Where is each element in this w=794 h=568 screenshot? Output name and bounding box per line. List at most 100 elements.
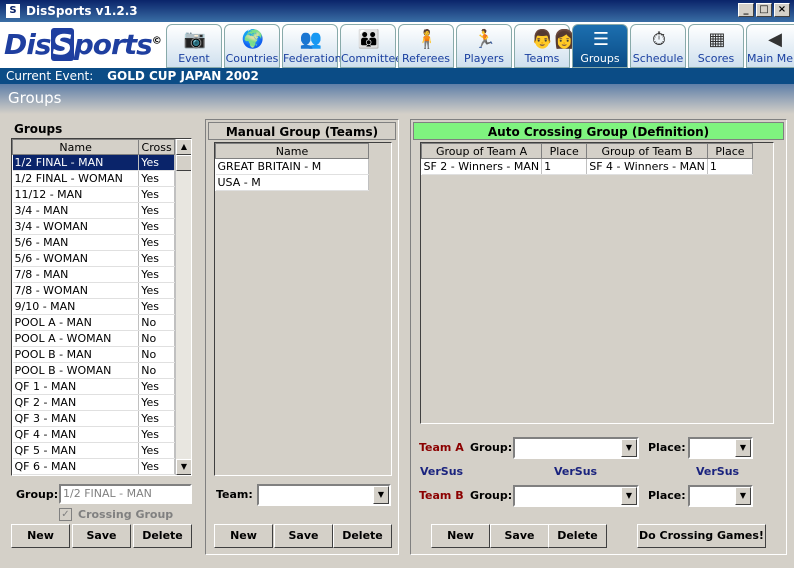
current-event-label: Current Event:	[6, 69, 94, 83]
crossing-group-checkbox[interactable]: ✓	[59, 508, 72, 521]
table-row[interactable]: POOL A - MAN No	[12, 314, 175, 331]
groups-delete-button[interactable]: Delete	[133, 524, 192, 548]
manual-teams-table[interactable]: Name GREAT BRITAIN - M USA - M	[214, 142, 392, 476]
auto-new-button[interactable]: New	[431, 524, 490, 548]
group-name-cell: 1/2 FINAL - MAN	[12, 154, 140, 171]
group-name-cell: POOL B - WOMAN	[12, 362, 140, 379]
groups-col-name[interactable]: Name	[12, 139, 140, 155]
table-row[interactable]: POOL B - MAN No	[12, 346, 175, 363]
group-cross-cell: Yes	[138, 458, 175, 475]
tab-label: Committees	[341, 52, 408, 65]
tab-players[interactable]: 🏃 Players	[456, 24, 512, 68]
team-a-place-select[interactable]: ▼	[688, 437, 753, 459]
table-row[interactable]: 1/2 FINAL - WOMAN Yes	[12, 170, 175, 187]
manual-save-button[interactable]: Save	[274, 524, 333, 548]
group-label: Group:	[16, 488, 59, 501]
chevron-down-icon[interactable]: ▼	[735, 439, 751, 457]
tab-committees[interactable]: 👪 Committees	[340, 24, 408, 68]
minimize-button[interactable]: _	[738, 3, 754, 17]
crossing-cell: SF 2 - Winners - MAN	[421, 158, 543, 175]
scroll-thumb[interactable]	[176, 155, 191, 171]
groups-new-button[interactable]: New	[11, 524, 70, 548]
table-row[interactable]: 7/8 - MAN Yes	[12, 266, 175, 283]
table-row[interactable]: QF 1 - MAN Yes	[12, 378, 175, 395]
tab-scores[interactable]: ▦ Scores	[688, 24, 744, 68]
tab-label: Federations	[283, 52, 348, 65]
tab-referees[interactable]: 🧍 Referees	[398, 24, 454, 68]
groups-scrollbar[interactable]: ▲ ▼	[175, 139, 191, 475]
team-select[interactable]: ▼	[257, 484, 391, 506]
chevron-down-icon[interactable]: ▼	[735, 487, 751, 505]
table-row[interactable]: 3/4 - WOMAN Yes	[12, 218, 175, 235]
tab-main-menu[interactable]: ◀ Main Menu	[746, 24, 794, 68]
tab-schedule[interactable]: ⏱ Schedule	[630, 24, 686, 68]
group-name-cell: QF 2 - MAN	[12, 394, 140, 411]
group-cross-cell: Yes	[138, 378, 175, 395]
group-cross-cell: Yes	[138, 426, 175, 443]
table-row[interactable]: 11/12 - MAN Yes	[12, 186, 175, 203]
group-name-cell: 3/4 - WOMAN	[12, 218, 140, 235]
groups-table[interactable]: Name Cross 1/2 FINAL - MAN Yes 1/2 FINAL -…	[11, 138, 192, 476]
table-row[interactable]: QF 2 - MAN Yes	[12, 394, 175, 411]
table-row[interactable]: QF 5 - MAN Yes	[12, 442, 175, 459]
tab-label: Event	[178, 52, 210, 65]
groups-col-cross[interactable]: Cross	[138, 139, 175, 155]
auto-save-button[interactable]: Save	[490, 524, 549, 548]
tab-event[interactable]: 📷 Event	[166, 24, 222, 68]
group-name-field[interactable]: 1/2 FINAL - MAN	[59, 484, 192, 504]
tab-federations[interactable]: 👥 Federations	[282, 24, 348, 68]
table-row[interactable]: 3/4 - MAN Yes	[12, 202, 175, 219]
table-row[interactable]: 7/8 - WOMAN Yes	[12, 282, 175, 299]
manual-delete-button[interactable]: Delete	[333, 524, 392, 548]
team-b-place-select[interactable]: ▼	[688, 485, 753, 507]
tab-groups[interactable]: ☰ Groups	[572, 24, 628, 68]
table-row[interactable]: GREAT BRITAIN - M	[215, 158, 369, 175]
table-row[interactable]: SF 2 - Winners - MAN 1 SF 4 - Winners - MA…	[421, 158, 754, 175]
versus-label-3: VerSus	[696, 465, 740, 478]
tab-teams[interactable]: 👨‍👩 Teams	[514, 24, 576, 68]
chevron-down-icon[interactable]: ▼	[373, 486, 389, 504]
table-row[interactable]: 5/6 - WOMAN Yes	[12, 250, 175, 267]
auto-col-group-b[interactable]: Group of Team B	[586, 143, 708, 159]
do-crossing-games-button[interactable]: Do Crossing Games!	[637, 524, 766, 548]
auto-col-place-a[interactable]: Place	[541, 143, 588, 159]
table-row[interactable]: QF 6 - MAN Yes	[12, 458, 175, 475]
group-name-cell: 3/4 - MAN	[12, 202, 140, 219]
close-button[interactable]: ×	[774, 3, 790, 17]
groups-save-button[interactable]: Save	[72, 524, 131, 548]
chevron-down-icon[interactable]: ▼	[621, 439, 637, 457]
group-cross-cell: Yes	[138, 298, 175, 315]
team-b-group-label: Group:	[470, 489, 513, 502]
table-row[interactable]: 9/10 - MAN Yes	[12, 298, 175, 315]
chevron-down-icon[interactable]: ▼	[621, 487, 637, 505]
scoreboard-icon: ▦	[708, 29, 726, 50]
tab-countries[interactable]: 🌍 Countries	[224, 24, 280, 68]
auto-col-place-b[interactable]: Place	[706, 143, 754, 159]
crossing-definition-table[interactable]: Group of Team A Place Group of Team B Pl…	[420, 142, 774, 424]
group-cross-cell: Yes	[138, 442, 175, 459]
manual-new-button[interactable]: New	[214, 524, 273, 548]
table-row[interactable]: USA - M	[215, 174, 369, 191]
tab-label: Groups	[580, 52, 620, 65]
table-row[interactable]: 1/2 FINAL - MAN Yes	[12, 154, 175, 171]
team-name-cell: USA - M	[215, 174, 369, 191]
table-row[interactable]: POOL A - WOMAN No	[12, 330, 175, 347]
auto-col-group-a[interactable]: Group of Team A	[421, 143, 543, 159]
committees-icon: 👪	[357, 29, 381, 50]
table-row[interactable]: POOL B - WOMAN No	[12, 362, 175, 379]
group-cross-cell: Yes	[138, 266, 175, 283]
team-b-group-select[interactable]: ▼	[513, 485, 639, 507]
auto-delete-button[interactable]: Delete	[548, 524, 607, 548]
groups-icon: ☰	[592, 29, 610, 50]
table-row[interactable]: 5/6 - MAN Yes	[12, 234, 175, 251]
team-a-group-select[interactable]: ▼	[513, 437, 639, 459]
table-row[interactable]: QF 4 - MAN Yes	[12, 426, 175, 443]
maximize-button[interactable]: □	[756, 3, 772, 17]
manual-col-name[interactable]: Name	[215, 143, 369, 159]
main-menu-icon: ◀	[768, 29, 782, 50]
scroll-down-icon[interactable]: ▼	[176, 459, 191, 475]
table-row[interactable]: QF 3 - MAN Yes	[12, 410, 175, 427]
scroll-up-icon[interactable]: ▲	[176, 139, 191, 155]
group-cross-cell: Yes	[138, 218, 175, 235]
group-name-cell: QF 1 - MAN	[12, 378, 140, 395]
